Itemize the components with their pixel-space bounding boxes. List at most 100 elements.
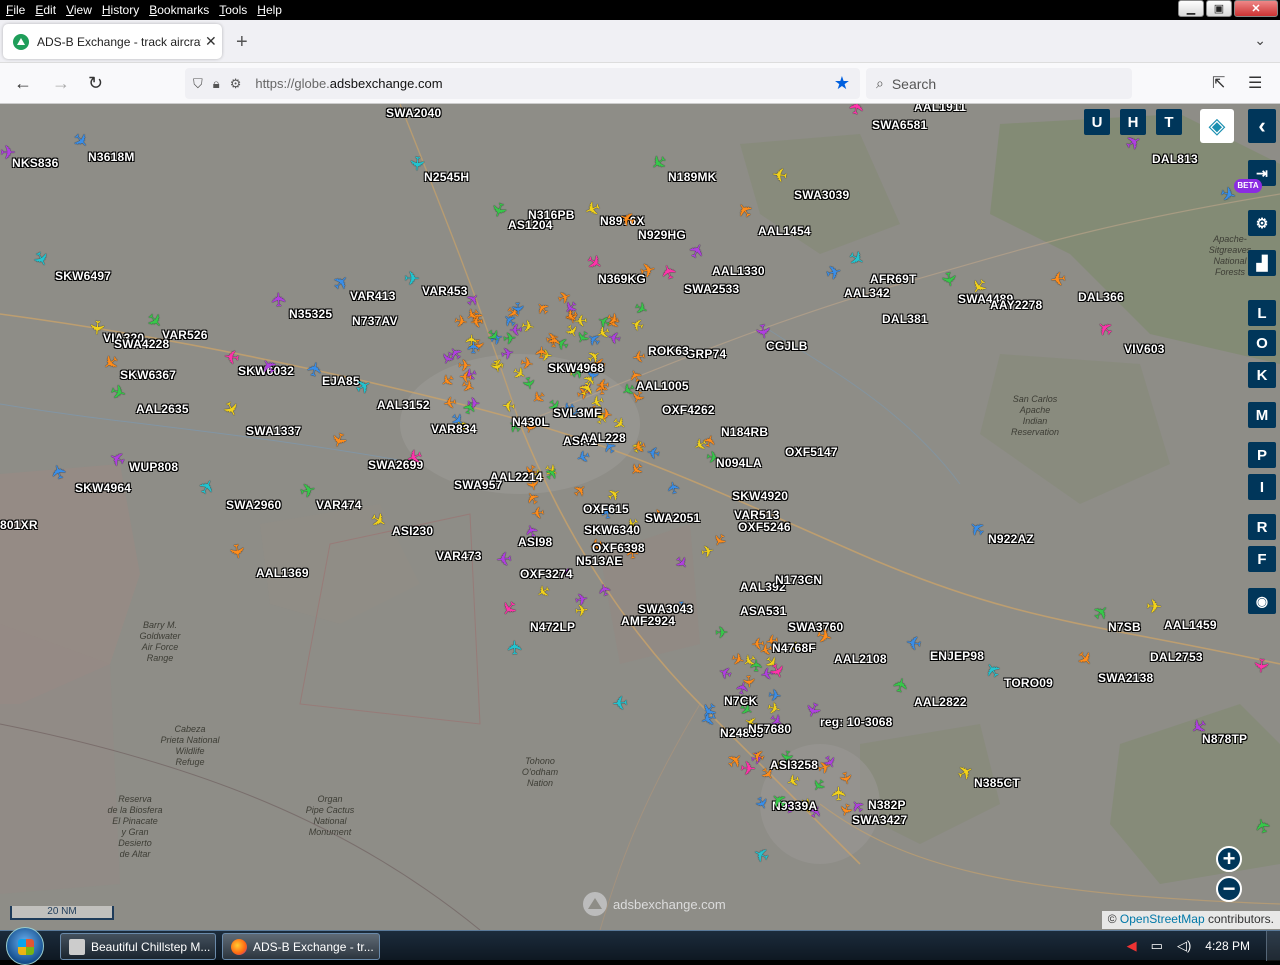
stats-icon[interactable]: ▟ <box>1248 250 1276 276</box>
aircraft-label[interactable]: ASA531 <box>740 604 787 618</box>
menu-tools[interactable]: Tools <box>215 0 251 20</box>
aircraft-label[interactable]: ROK63 <box>648 344 689 358</box>
aircraft-label[interactable]: SKW4968 <box>548 361 604 375</box>
show-desktop-button[interactable] <box>1266 931 1280 961</box>
aircraft-icon[interactable]: ✈ <box>224 542 247 561</box>
aircraft-label[interactable]: DAL2753 <box>1150 650 1203 664</box>
aircraft-label[interactable]: N316PB <box>528 208 575 222</box>
aircraft-icon[interactable]: ✈ <box>469 311 484 331</box>
aircraft-label[interactable]: NKS836 <box>12 156 59 170</box>
key-p-button[interactable]: P <box>1248 442 1276 468</box>
collapse-sidebar-chevron-icon[interactable]: ‹ <box>1248 109 1276 143</box>
back-arrow-icon[interactable]: ← <box>14 73 32 94</box>
key-o-button[interactable]: O <box>1248 330 1276 356</box>
aircraft-label[interactable]: VAR453 <box>422 284 468 298</box>
aircraft-icon[interactable]: ✈ <box>269 291 291 308</box>
menu-history[interactable]: History <box>98 0 143 20</box>
aircraft-icon[interactable]: ✈ <box>505 639 527 656</box>
aircraft-label[interactable]: OXF6398 <box>592 541 645 555</box>
aircraft-label[interactable]: N4768F <box>772 641 816 655</box>
aircraft-label[interactable]: N385CT <box>974 776 1020 790</box>
aircraft-icon[interactable]: ✈ <box>1049 266 1067 289</box>
aircraft-label[interactable]: AMF2924 <box>621 614 675 628</box>
speaker-muted-icon[interactable]: ◀ <box>1127 938 1137 954</box>
aircraft-label[interactable]: GRP74 <box>686 347 726 361</box>
toggle-h-button[interactable]: H <box>1120 109 1146 135</box>
aircraft-label[interactable]: DAL381 <box>882 312 928 326</box>
aircraft-label[interactable]: SWA2040 <box>386 106 441 120</box>
aircraft-label[interactable]: N3618M <box>88 150 135 164</box>
aircraft-label[interactable]: N184RB <box>721 425 768 439</box>
key-m-button[interactable]: M <box>1248 402 1276 428</box>
aircraft-label[interactable]: OXF3274 <box>520 567 573 581</box>
aircraft-label[interactable]: AAL2822 <box>914 695 967 709</box>
aircraft-label[interactable]: AAY2278 <box>990 298 1042 312</box>
aircraft-label[interactable]: AAL2108 <box>834 652 887 666</box>
minimize-button[interactable]: ▁ <box>1178 0 1204 17</box>
aircraft-label[interactable]: AAL2635 <box>136 402 189 416</box>
aircraft-label[interactable]: OXF5147 <box>785 445 838 459</box>
aircraft-label[interactable]: AAL1454 <box>758 224 811 238</box>
aircraft-label[interactable]: N929HG <box>638 228 686 242</box>
forward-arrow-icon[interactable]: → <box>52 73 70 94</box>
list-tabs-chevron-icon[interactable]: ⌄ <box>1254 32 1266 49</box>
aircraft-label[interactable]: VAR474 <box>316 498 362 512</box>
aircraft-label[interactable]: AAL3152 <box>377 398 430 412</box>
aircraft-label[interactable]: SWA2533 <box>684 282 739 296</box>
aircraft-label[interactable]: AAL228 <box>580 431 626 445</box>
aircraft-label[interactable]: N430L <box>512 415 549 429</box>
openstreetmap-link[interactable]: OpenStreetMap <box>1120 912 1205 926</box>
aircraft-label[interactable]: N189MK <box>668 170 717 184</box>
menu-view[interactable]: View <box>62 0 96 20</box>
aircraft-label[interactable]: N382P <box>868 798 906 812</box>
volume-icon[interactable]: ◁) <box>1177 938 1191 954</box>
aircraft-icon[interactable]: ✈ <box>545 334 566 350</box>
aircraft-label[interactable]: SWA1337 <box>246 424 301 438</box>
zoom-in-button[interactable]: + <box>1216 846 1242 872</box>
aircraft-icon[interactable]: ✈ <box>611 690 629 712</box>
aircraft-label[interactable]: N7CK <box>724 694 757 708</box>
aircraft-label[interactable]: N35325 <box>289 307 332 321</box>
aircraft-label[interactable]: N2545H <box>424 170 469 184</box>
aircraft-label[interactable]: WUP808 <box>129 460 178 474</box>
aircraft-label[interactable]: N737AV <box>352 314 398 328</box>
aircraft-label[interactable]: AAL342 <box>844 286 890 300</box>
aircraft-label[interactable]: ASI230 <box>392 524 433 538</box>
aircraft-label[interactable]: OXF5246 <box>738 520 791 534</box>
aircraft-label[interactable]: 801XR <box>0 518 38 532</box>
aircraft-label[interactable]: TORO09 <box>1004 676 1053 690</box>
aircraft-icon[interactable]: ✈ <box>767 686 783 706</box>
aircraft-icon[interactable]: ✈ <box>405 155 427 172</box>
aircraft-icon[interactable]: ✈ <box>222 344 241 367</box>
aircraft-label[interactable]: SKW4964 <box>75 481 131 495</box>
aircraft-label[interactable]: VIV603 <box>1124 342 1165 356</box>
aircraft-label[interactable]: N922AZ <box>988 532 1034 546</box>
zoom-out-button[interactable]: − <box>1216 876 1242 902</box>
toggle-t-button[interactable]: T <box>1156 109 1182 135</box>
aircraft-label[interactable]: SWA4228 <box>114 337 169 351</box>
taskbar-item-firefox[interactable]: ADS-B Exchange - tr... <box>222 933 380 960</box>
aircraft-label[interactable]: N513AE <box>576 554 623 568</box>
tab-adsb-exchange[interactable]: ADS-B Exchange - track aircraft ✕ <box>3 24 222 59</box>
menu-bookmarks[interactable]: Bookmarks <box>145 0 213 20</box>
lock-icon[interactable]: 🔒︎ <box>213 76 220 92</box>
aircraft-label[interactable]: SWA3427 <box>852 813 907 827</box>
aircraft-label[interactable]: N472LP <box>530 620 575 634</box>
aircraft-label[interactable]: AAL1330 <box>712 264 765 278</box>
key-f-button[interactable]: F <box>1248 546 1276 572</box>
aircraft-icon[interactable]: ✈ <box>771 162 790 185</box>
aircraft-label[interactable]: SKW6497 <box>55 269 111 283</box>
aircraft-label[interactable]: DAL366 <box>1078 290 1124 304</box>
tracking-protection-icon[interactable]: ⛉ <box>193 76 203 92</box>
aircraft-label[interactable]: SVL3MF <box>553 406 602 420</box>
aircraft-icon[interactable]: ✈ <box>1249 656 1272 674</box>
aircraft-icon[interactable]: ✈ <box>739 759 756 781</box>
search-bar[interactable]: ⌕ Search <box>866 68 1132 99</box>
clock[interactable]: 4:28 PM <box>1205 939 1250 953</box>
aircraft-label[interactable]: N57680 <box>748 722 791 736</box>
flight-map[interactable]: Barry M. Goldwater Air Force Range Cabeza Pr… <box>0 104 1280 930</box>
aircraft-label[interactable]: OXF615 <box>583 502 629 516</box>
aircraft-label[interactable]: SWA2051 <box>645 511 700 525</box>
tab-close-icon[interactable]: ✕ <box>205 33 217 50</box>
aircraft-icon[interactable]: ✈ <box>573 309 588 329</box>
